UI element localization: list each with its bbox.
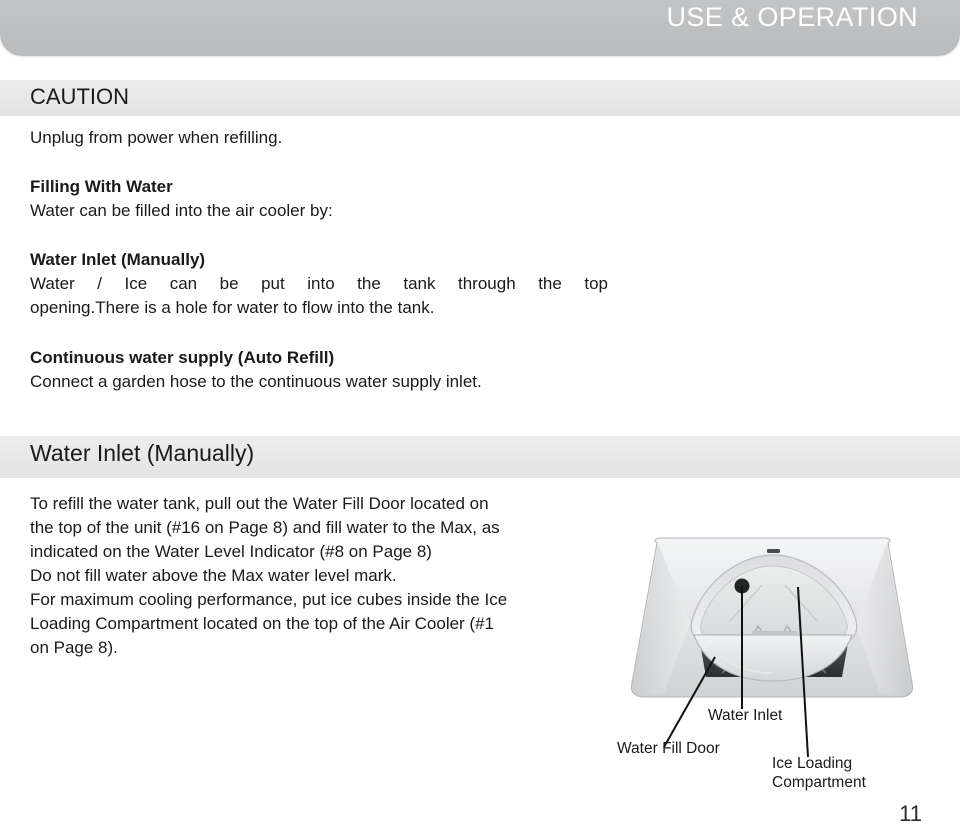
filling-with-water-heading: Filling With Water — [30, 177, 173, 196]
refill-line-2: the top of the unit (#16 on Page 8) and … — [30, 518, 500, 537]
water-inlet-manual-short-line1: Water / Ice can be put into the tank thr… — [30, 274, 608, 293]
water-inlet-section-band: Water Inlet (Manually) — [0, 436, 960, 478]
water-inlet-manual-short-heading: Water Inlet (Manually) — [30, 250, 206, 269]
callout-label-water-inlet: Water Inlet — [708, 707, 783, 724]
continuous-supply-block: Continuous water supply (Auto Refill) Co… — [30, 346, 608, 394]
filling-with-water-block: Filling With Water Water can be filled i… — [30, 175, 608, 223]
water-inlet-manual-short-block: Water Inlet (Manually) Water / Ice can b… — [30, 248, 608, 320]
callout-label-ice-loading: Ice Loading Compartment — [772, 754, 892, 792]
refill-line-7: on Page 8). — [30, 638, 118, 657]
callout-label-ice-loading-line1: Ice Loading — [772, 755, 853, 772]
caution-body-block: Unplug from power when refilling. — [30, 126, 608, 150]
page-header-bar: USE & OPERATION — [0, 0, 960, 56]
continuous-supply-heading: Continuous water supply (Auto Refill) — [30, 348, 335, 367]
caution-section-band: CAUTION — [0, 80, 960, 116]
page-title: USE & OPERATION — [666, 2, 918, 32]
filling-with-water-body: Water can be filled into the air cooler … — [30, 201, 333, 220]
refill-line-3: indicated on the Water Level Indicator (… — [30, 542, 432, 561]
refill-line-1: To refill the water tank, pull out the W… — [30, 494, 489, 513]
callout-label-water-fill-door: Water Fill Door — [617, 740, 720, 757]
refill-instructions-block: To refill the water tank, pull out the W… — [30, 492, 600, 660]
compartment-grille-bar — [752, 631, 797, 634]
callout-label-ice-loading-line2: Compartment — [772, 774, 866, 791]
water-inlet-manual-heading: Water Inlet (Manually) — [30, 440, 255, 466]
top-vent-slot — [767, 549, 780, 553]
refill-line-5: For maximum cooling performance, put ice… — [30, 590, 508, 609]
refill-line-6: Loading Compartment located on the top o… — [30, 614, 495, 633]
caution-body-text: Unplug from power when refilling. — [30, 128, 283, 147]
page-number: 11 — [899, 801, 922, 826]
refill-line-4: Do not fill water above the Max water le… — [30, 566, 397, 585]
water-inlet-manual-short-line2: opening.There is a hole for water to flo… — [30, 298, 435, 317]
continuous-supply-body: Connect a garden hose to the continuous … — [30, 372, 482, 391]
caution-heading: CAUTION — [30, 84, 129, 109]
